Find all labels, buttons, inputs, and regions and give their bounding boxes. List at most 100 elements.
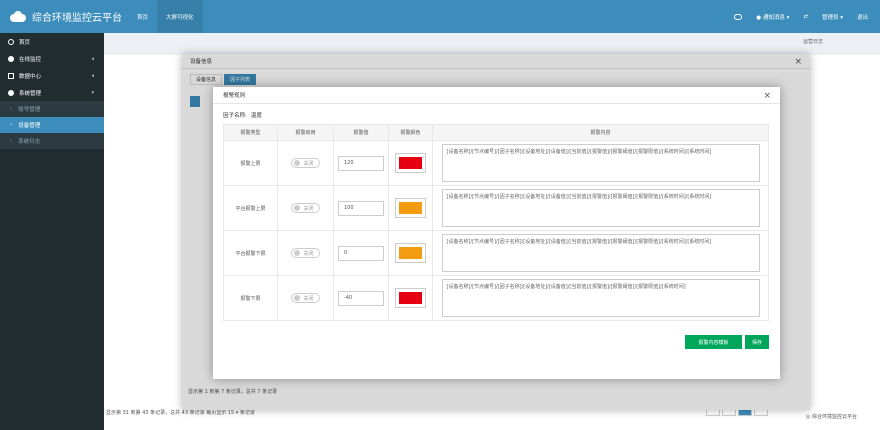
sidebar-item-home[interactable]: 首页: [0, 33, 104, 50]
circle-icon: [8, 38, 14, 45]
alarm-color-picker[interactable]: [395, 243, 426, 263]
sidebar-item-monitor[interactable]: 在线监控 ◂: [0, 50, 104, 67]
alarm-rules-table: 报警类型 报警启用 报警值 报警颜色 报警内容 报警上限 关闭 120 [设备名…: [223, 124, 769, 321]
sidebar-item-system[interactable]: 系统管理 ▾: [0, 84, 104, 101]
tab-dashboard[interactable]: 大屏可视化: [157, 0, 203, 33]
right-panel-title: 运营日志: [803, 39, 824, 45]
table-row: 平台报警下限 关闭 0 [设备名称]/[节点编号]/[因子名称]/[设备地址]/…: [223, 230, 769, 276]
sidebar-item-accounts[interactable]: › 账号管理: [0, 101, 104, 117]
close-icon[interactable]: ×: [763, 91, 771, 101]
value-cell: 0: [333, 230, 389, 276]
user-menu[interactable]: 管理员 ▾: [822, 13, 843, 21]
logout-link[interactable]: 退出: [857, 13, 868, 21]
alarm-rules-modal: 报警规则 × 因子名称: 温度 报警类型 报警启用 报警值 报警颜色 报警内容 …: [213, 87, 780, 379]
toggle-cell: 关闭: [277, 185, 334, 231]
alarm-type: 报警上限: [223, 140, 278, 186]
content-cell: [设备名称]/[节点编号]/[因子名称]/[设备地址]/[设备值]/[当前值]/…: [432, 230, 769, 276]
factor-value: 温度: [250, 113, 262, 119]
save-button[interactable]: 保存: [745, 335, 769, 349]
table-row: 报警下限 关闭 -40 [设备名称]/[节点编号]/[因子名称]/[设备地址]/…: [223, 275, 769, 321]
alarm-template-button[interactable]: 报警内容模板: [685, 335, 742, 349]
alarm-color-picker[interactable]: [395, 288, 426, 308]
message-icon[interactable]: [734, 13, 743, 20]
sidebar-item-label: 在线监控: [19, 56, 42, 63]
alarm-content-textarea[interactable]: [设备名称]/[节点编号]/[因子名称]/[设备地址]/[设备值]/[当前值]/…: [441, 279, 760, 317]
alarm-value-input[interactable]: 0: [338, 245, 384, 261]
sidebar-item-label: 数据中心: [19, 73, 42, 80]
color-swatch: [399, 292, 422, 304]
table-row: 平台报警上限 关闭 100 [设备名称]/[节点编号]/[因子名称]/[设备地址…: [223, 185, 769, 231]
monitor-icon: [8, 55, 14, 62]
alarm-color-picker[interactable]: [395, 198, 426, 218]
right-panel: 运营日志: [803, 38, 880, 47]
sidebar-item-logs[interactable]: › 系统日志: [0, 133, 104, 149]
alarm-enable-toggle[interactable]: 关闭: [291, 293, 320, 303]
alarm-type: 报警下限: [223, 275, 278, 321]
header-right: ● 通知消息 ▾ ⇄ 管理员 ▾ 退出: [720, 0, 880, 33]
sidebar-item-devices[interactable]: › 设备管理: [0, 117, 104, 133]
chat-icon: [734, 13, 743, 20]
top-navbar: 综合环境监控云平台 首页 大屏可视化 ● 通知消息 ▾ ⇄ 管理员 ▾ 退出: [0, 0, 880, 33]
switch-icon[interactable]: ⇄: [803, 14, 808, 20]
value-cell: 120: [333, 140, 389, 186]
alarm-content-textarea[interactable]: [设备名称]/[节点编号]/[因子名称]/[设备地址]/[设备值]/[当前值]/…: [441, 189, 760, 227]
column-header: 报警类型: [223, 124, 278, 141]
value-cell: 100: [333, 185, 389, 231]
toggle-knob: [294, 205, 301, 211]
alarm-enable-toggle[interactable]: 关闭: [291, 203, 320, 213]
help-link[interactable]: ◎ 综合环境监控云平台: [806, 413, 857, 420]
alarm-content-textarea[interactable]: [设备名称]/[节点编号]/[因子名称]/[设备地址]/[设备值]/[当前值]/…: [441, 144, 760, 182]
sidebar-sub-label: 账号管理: [18, 107, 41, 113]
alarm-enable-toggle[interactable]: 关闭: [291, 248, 320, 258]
alarm-value-input[interactable]: -40: [338, 290, 384, 306]
sidebar-sub-label: 系统日志: [18, 139, 41, 145]
sidebar-item-label: 系统管理: [19, 90, 42, 97]
app-title: 综合环境监控云平台: [32, 13, 122, 24]
column-header: 报警内容: [432, 124, 769, 141]
toggle-cell: 关闭: [277, 140, 334, 186]
alarm-value-input[interactable]: 120: [338, 155, 384, 171]
toggle-label: 关闭: [303, 160, 314, 167]
alarm-content-textarea[interactable]: [设备名称]/[节点编号]/[因子名称]/[设备地址]/[设备值]/[当前值]/…: [441, 234, 760, 272]
color-swatch: [399, 157, 422, 169]
toggle-label: 关闭: [303, 250, 314, 257]
column-header: 报警启用: [277, 124, 334, 141]
sidebar: 首页 在线监控 ◂ 数据中心 ◂ 系统管理 ▾ › 账号管理 › 设备管理 › …: [0, 33, 104, 430]
color-cell: [388, 140, 433, 186]
cloud-icon: [10, 11, 26, 22]
table-row: 报警上限 关闭 120 [设备名称]/[节点编号]/[因子名称]/[设备地址]/…: [223, 140, 769, 186]
value-cell: -40: [333, 275, 389, 321]
color-swatch: [399, 247, 422, 259]
toggle-cell: 关闭: [277, 275, 334, 321]
chevron-right-icon: ›: [10, 122, 13, 128]
sidebar-sub-label: 设备管理: [18, 123, 41, 129]
sidebar-item-data-center[interactable]: 数据中心 ◂: [0, 67, 104, 84]
factor-info: 因子名称: 温度: [223, 111, 266, 119]
brand[interactable]: 综合环境监控云平台: [0, 0, 128, 33]
content-cell: [设备名称]/[节点编号]/[因子名称]/[设备地址]/[设备值]/[当前值]/…: [432, 275, 769, 321]
factor-label: 因子名称:: [223, 113, 247, 119]
toggle-label: 关闭: [303, 295, 314, 302]
tab-home[interactable]: 首页: [128, 0, 157, 33]
toggle-label: 关闭: [303, 205, 314, 212]
modal-title: 报警规则: [223, 93, 246, 99]
color-cell: [388, 275, 433, 321]
chevron-down-icon: ▾: [91, 89, 94, 96]
alarm-color-picker[interactable]: [395, 153, 426, 173]
toggle-knob: [294, 250, 301, 256]
content-cell: [设备名称]/[节点编号]/[因子名称]/[设备地址]/[设备值]/[当前值]/…: [432, 185, 769, 231]
calendar-icon: [8, 72, 14, 79]
toggle-knob: [294, 295, 301, 301]
chevron-right-icon: ›: [10, 138, 13, 144]
color-swatch: [399, 202, 422, 214]
pagination-info: 显示第 31 到第 43 条记录，总共 43 条记录 每页显示 15 ▾ 条记录: [106, 410, 255, 416]
color-cell: [388, 185, 433, 231]
notifications-menu[interactable]: ● 通知消息 ▾: [756, 13, 789, 21]
alarm-value-input[interactable]: 100: [338, 200, 384, 216]
alarm-type: 平台报警下限: [223, 230, 278, 276]
help-text: ◎ 综合环境监控云平台: [806, 414, 857, 420]
table-header-row: 报警类型 报警启用 报警值 报警颜色 报警内容: [223, 124, 769, 141]
chevron-left-icon: ◂: [91, 55, 94, 62]
alarm-enable-toggle[interactable]: 关闭: [291, 158, 320, 168]
column-header: 报警值: [333, 124, 389, 141]
